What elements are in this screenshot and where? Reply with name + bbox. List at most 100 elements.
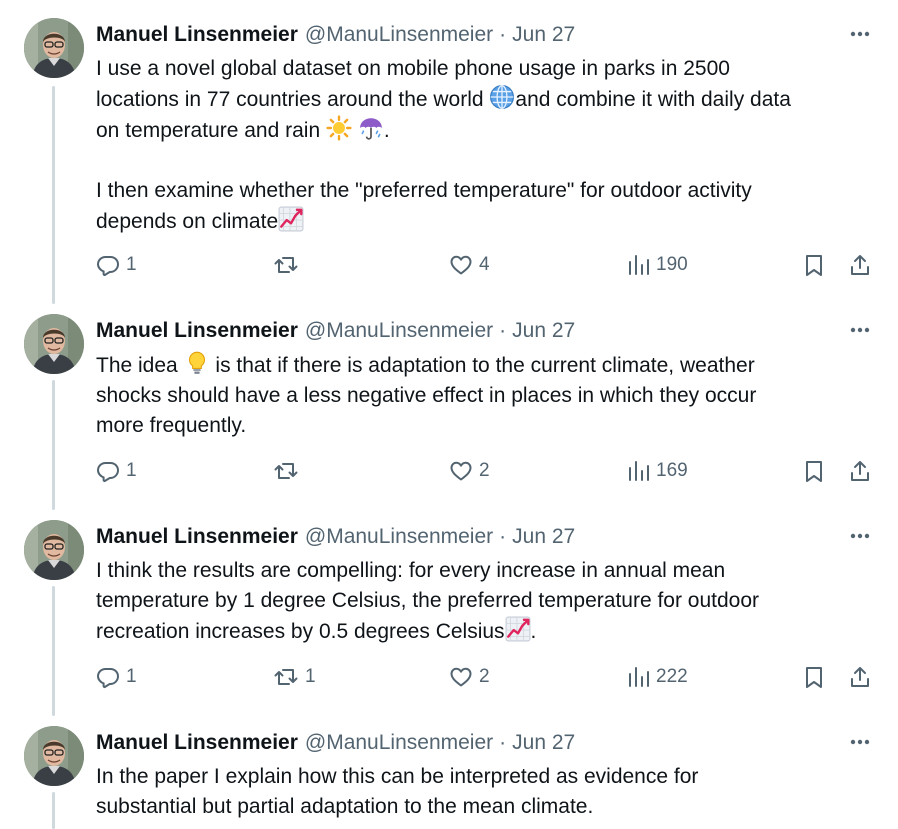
more-icon[interactable] [845, 526, 875, 546]
chart-increasing-emoji [278, 206, 304, 232]
retweet-icon [273, 665, 299, 689]
more-icon[interactable] [845, 732, 875, 752]
tweet-text-line: shocks should have a less negative effec… [96, 384, 757, 407]
reply-button[interactable]: 1 [96, 662, 137, 692]
tweet-text-line: recreation increases by 0.5 degrees Cels… [96, 620, 505, 643]
tweet-date[interactable]: Jun 27 [512, 23, 575, 47]
views-icon [626, 665, 650, 689]
reply-button[interactable]: 1 [96, 250, 137, 280]
avatar[interactable] [24, 520, 84, 580]
author-handle[interactable]: @ManuLinsenmeier [305, 731, 493, 755]
header-separator: · [499, 23, 507, 46]
author-handle[interactable]: @ManuLinsenmeier [305, 319, 493, 343]
retweet-button[interactable] [273, 250, 305, 280]
author-name[interactable]: Manuel Linsenmeier [96, 23, 298, 47]
tweet-header: Manuel Linsenmeier @ManuLinsenmeier · Ju… [96, 316, 575, 346]
tweet-text-line: is that if there is adaptation to the cu… [209, 354, 755, 377]
views-button[interactable]: 169 [626, 456, 688, 486]
author-handle[interactable]: @ManuLinsenmeier [305, 525, 493, 549]
header-separator: · [499, 319, 507, 342]
reply-icon [96, 459, 120, 483]
avatar[interactable] [24, 726, 84, 786]
more-icon[interactable] [845, 320, 875, 340]
views-count: 222 [656, 666, 688, 687]
tweet-text: I use a novel global dataset on mobile p… [96, 54, 886, 237]
reply-button[interactable]: 1 [96, 456, 137, 486]
more-icon[interactable] [845, 24, 875, 44]
tweet[interactable]: Manuel Linsenmeier @ManuLinsenmeier · Ju… [0, 726, 898, 829]
author-name[interactable]: Manuel Linsenmeier [96, 319, 298, 343]
tweet-text: I think the results are compelling: for … [96, 556, 886, 647]
like-count: 2 [479, 666, 490, 687]
share-icon [848, 459, 872, 483]
tweet-text-line: In the paper I explain how this can be i… [96, 765, 699, 788]
tweet-header: Manuel Linsenmeier @ManuLinsenmeier · Ju… [96, 20, 575, 50]
bookmark-button[interactable] [802, 662, 826, 692]
globe-emoji [489, 84, 515, 110]
tweet-actions: 1 4 190 [0, 250, 898, 280]
author-name[interactable]: Manuel Linsenmeier [96, 731, 298, 755]
bookmark-icon [802, 665, 826, 689]
views-button[interactable]: 222 [626, 662, 688, 692]
retweet-count: 1 [305, 666, 316, 687]
retweet-button[interactable] [273, 456, 305, 486]
like-button[interactable]: 2 [449, 662, 490, 692]
tweet-text-line: more frequently. [96, 414, 247, 437]
reply-icon [96, 253, 120, 277]
like-button[interactable]: 2 [449, 456, 490, 486]
tweet-actions: 1 2 169 [0, 456, 898, 486]
sun-emoji [326, 115, 352, 141]
author-handle[interactable]: @ManuLinsenmeier [305, 23, 493, 47]
avatar[interactable] [24, 18, 84, 78]
reply-count: 1 [126, 460, 137, 481]
share-button[interactable] [848, 456, 872, 486]
header-separator: · [499, 731, 507, 754]
author-name[interactable]: Manuel Linsenmeier [96, 525, 298, 549]
reply-icon [96, 665, 120, 689]
header-separator: · [499, 525, 507, 548]
avatar[interactable] [24, 314, 84, 374]
retweet-icon [273, 253, 299, 277]
like-button[interactable]: 4 [449, 250, 490, 280]
like-count: 4 [479, 254, 490, 275]
tweet[interactable]: Manuel Linsenmeier @ManuLinsenmeier · Ju… [0, 314, 898, 500]
tweet[interactable]: Manuel Linsenmeier @ManuLinsenmeier · Ju… [0, 520, 898, 706]
tweet-text-line: depends on climate [96, 210, 279, 233]
tweet[interactable]: Manuel Linsenmeier @ManuLinsenmeier · Ju… [0, 18, 898, 290]
views-count: 169 [656, 460, 688, 481]
bookmark-button[interactable] [802, 456, 826, 486]
share-button[interactable] [848, 250, 872, 280]
tweet-text-line: I think the results are compelling: for … [96, 559, 726, 582]
views-icon [626, 459, 650, 483]
tweet-thread: Manuel Linsenmeier @ManuLinsenmeier · Ju… [0, 0, 898, 829]
share-icon [848, 665, 872, 689]
chart-increasing-emoji [505, 616, 531, 642]
tweet-text-line: I use a novel global dataset on mobile p… [96, 57, 730, 80]
tweet-text-line: temperature by 1 degree Celsius, the pre… [96, 589, 760, 612]
share-icon [848, 253, 872, 277]
retweet-icon [273, 459, 299, 483]
views-button[interactable]: 190 [626, 250, 688, 280]
tweet-text-line: substantial but partial adaptation to th… [96, 795, 594, 818]
share-button[interactable] [848, 662, 872, 692]
like-count: 2 [479, 460, 490, 481]
tweet-header: Manuel Linsenmeier @ManuLinsenmeier · Ju… [96, 728, 575, 758]
tweet-date[interactable]: Jun 27 [512, 525, 575, 549]
bookmark-button[interactable] [802, 250, 826, 280]
retweet-button[interactable]: 1 [273, 662, 316, 692]
tweet-text-line: and combine it with daily data [515, 88, 791, 111]
like-icon [449, 665, 473, 689]
tweet-header: Manuel Linsenmeier @ManuLinsenmeier · Ju… [96, 522, 575, 552]
like-icon [449, 459, 473, 483]
tweet-text-line: . [383, 119, 390, 142]
tweet-text-line: . [530, 620, 537, 643]
tweet-date[interactable]: Jun 27 [512, 731, 575, 755]
reply-count: 1 [126, 666, 137, 687]
bookmark-icon [802, 253, 826, 277]
tweet-text-line: I then examine whether the "preferred te… [96, 179, 752, 202]
tweet-text-line: on temperature and rain [96, 119, 326, 142]
tweet-text-line: locations in 77 countries around the wor… [96, 88, 490, 111]
bookmark-icon [802, 459, 826, 483]
tweet-date[interactable]: Jun 27 [512, 319, 575, 343]
like-icon [449, 253, 473, 277]
